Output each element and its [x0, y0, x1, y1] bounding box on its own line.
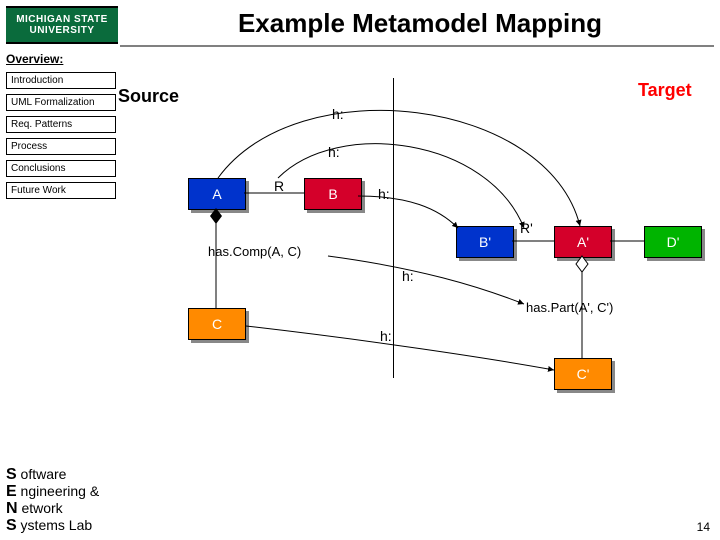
sidebar-item-process[interactable]: Process — [6, 138, 116, 155]
overview-heading: Overview: — [6, 52, 63, 66]
sidebar-item-uml[interactable]: UML Formalization — [6, 94, 116, 111]
footer-cap-s1: S — [6, 466, 17, 483]
node-b-prime: B' — [456, 226, 514, 258]
sidebar-item-introduction[interactable]: Introduction — [6, 72, 116, 89]
node-c: C — [188, 308, 246, 340]
assoc-r-prime: R' — [520, 220, 533, 236]
footer-word-3: etwork — [18, 500, 63, 516]
divider-line — [393, 78, 394, 378]
sidebar-item-patterns[interactable]: Req. Patterns — [6, 116, 116, 133]
node-b: B — [304, 178, 362, 210]
footer-word-1: oftware — [17, 466, 67, 482]
sidebar-item-label: UML Formalization — [11, 97, 95, 108]
h-label-5: h: — [380, 328, 392, 344]
mapping-diagram: Source Target A B R C has.Comp(A, C) B' … — [118, 78, 720, 438]
source-heading: Source — [118, 86, 179, 107]
university-logo: MICHIGAN STATE UNIVERSITY — [6, 6, 118, 44]
page-number: 14 — [697, 520, 710, 534]
rel-hascomp: has.Comp(A, C) — [208, 244, 301, 259]
sidebar-item-label: Introduction — [11, 75, 63, 86]
sidebar-item-label: Conclusions — [11, 163, 65, 174]
sidebar-item-future[interactable]: Future Work — [6, 182, 116, 199]
h-label-2: h: — [328, 144, 340, 160]
sidebar-item-conclusions[interactable]: Conclusions — [6, 160, 116, 177]
footer-word-4: ystems Lab — [17, 517, 92, 533]
node-c-prime: C' — [554, 358, 612, 390]
h-label-3: h: — [378, 186, 390, 202]
node-a-prime: A' — [554, 226, 612, 258]
target-heading: Target — [638, 80, 692, 101]
node-a: A — [188, 178, 246, 210]
page-title: Example Metamodel Mapping — [130, 8, 710, 39]
footer-cap-n: N — [6, 500, 18, 517]
h-label-4: h: — [402, 268, 414, 284]
footer-cap-s2: S — [6, 517, 17, 534]
assoc-r: R — [274, 178, 284, 194]
rel-haspart: has.Part(A', C') — [526, 300, 613, 315]
sidebar-item-label: Process — [11, 141, 47, 152]
footer-word-2: ngineering & — [17, 483, 100, 499]
sidebar-item-label: Future Work — [11, 185, 66, 196]
h-label-1: h: — [332, 106, 344, 122]
slide: MICHIGAN STATE UNIVERSITY Example Metamo… — [0, 0, 720, 540]
lab-footer: S oftware E ngineering & N etwork S yste… — [6, 466, 99, 534]
sidebar-item-label: Req. Patterns — [11, 119, 72, 130]
node-d-prime: D' — [644, 226, 702, 258]
footer-cap-e: E — [6, 483, 17, 500]
